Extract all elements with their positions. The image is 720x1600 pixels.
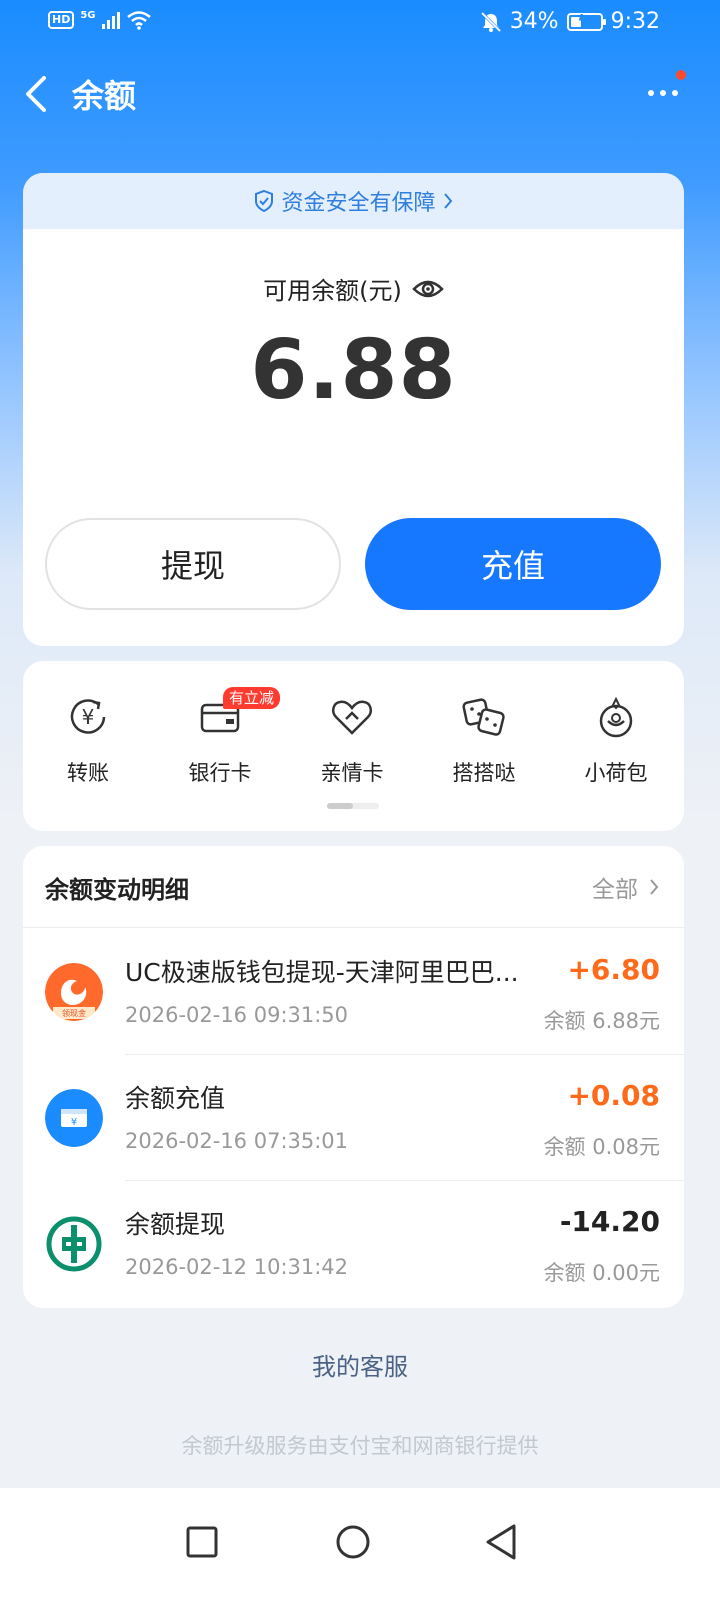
transaction-name: 余额充值 xyxy=(125,1084,226,1113)
transaction-time: 2026-02-16 09:31:50 xyxy=(125,1003,349,1027)
signal-icon xyxy=(101,11,120,29)
status-right: 34% ϟ 9:32 xyxy=(480,9,660,34)
agricultural-bank-icon xyxy=(45,1215,103,1273)
chevron-left-icon xyxy=(26,76,46,112)
transaction-name: UC极速版钱包提现-天津阿里巴巴... xyxy=(125,958,519,987)
app-header: 余额 xyxy=(0,60,720,124)
discount-badge: 有立减 xyxy=(223,687,281,709)
svg-text:¥: ¥ xyxy=(71,1117,77,1128)
battery-icon: ϟ xyxy=(566,12,606,31)
transaction-balance: 余额 0.08元 xyxy=(543,1135,660,1159)
shortcut-transfer[interactable]: ¥ 转账 xyxy=(28,693,148,793)
page-indicator xyxy=(327,803,379,809)
view-all-link[interactable]: 全部 xyxy=(592,870,660,904)
security-text: 资金安全有保障 xyxy=(281,191,436,216)
recharge-button[interactable]: 充值 xyxy=(365,518,661,610)
battery-percent: 34% xyxy=(509,9,559,34)
more-dots-icon xyxy=(648,90,678,96)
transaction-row[interactable]: 余额提现 2026-02-12 10:31:42 -14.20 余额 0.00元 xyxy=(23,1181,684,1307)
uc-icon-text: 领现金 xyxy=(62,1008,86,1018)
shortcut-label: 银行卡 xyxy=(188,761,252,785)
transaction-amount: +6.80 xyxy=(567,953,660,986)
status-bar: HD 5G 34% ϟ 9:32 xyxy=(0,0,720,46)
network-type: 5G xyxy=(80,10,96,21)
security-guarantee-link[interactable]: 资金安全有保障 xyxy=(23,173,684,229)
transfer-yuan-icon: ¥ xyxy=(64,693,112,741)
transactions-header: 余额变动明细 全部 xyxy=(23,846,684,928)
available-balance-label: 可用余额(元) xyxy=(263,277,402,305)
customer-service-link[interactable]: 我的客服 xyxy=(0,1347,720,1382)
more-button[interactable] xyxy=(642,70,686,106)
hd-badge: HD xyxy=(48,11,75,29)
eye-icon[interactable] xyxy=(412,277,444,301)
transaction-balance: 余额 6.88元 xyxy=(543,1009,660,1033)
available-balance-label-row: 可用余额(元) xyxy=(23,271,684,306)
transaction-row[interactable]: ¥ 余额充值 2026-02-16 07:35:01 +0.08 余额 0.08… xyxy=(23,1055,684,1181)
transaction-balance: 余额 0.00元 xyxy=(543,1261,660,1285)
triangle-back-icon xyxy=(486,1524,516,1560)
svg-text:¥: ¥ xyxy=(82,705,95,729)
transaction-amount: +0.08 xyxy=(567,1079,660,1112)
chevron-right-icon xyxy=(443,193,452,209)
chevron-right-icon xyxy=(650,879,659,895)
shortcut-label: 亲情卡 xyxy=(320,761,384,785)
page-title: 余额 xyxy=(72,77,137,115)
notification-dot xyxy=(676,70,686,80)
charging-bolt-icon: ϟ xyxy=(577,12,587,29)
shield-check-icon xyxy=(255,189,274,213)
system-navigation-bar xyxy=(0,1488,720,1600)
family-card-heart-icon xyxy=(328,693,376,741)
shortcut-label: 小荷包 xyxy=(584,761,648,785)
back-nav-button[interactable] xyxy=(472,1512,532,1572)
footer-note: 余额升级服务由支付宝和网商银行提供 xyxy=(181,1434,539,1458)
uc-browser-icon: 领现金 xyxy=(45,963,103,1021)
wifi-icon xyxy=(126,11,151,30)
transaction-amount: -14.20 xyxy=(559,1205,660,1238)
transaction-time: 2026-02-16 07:35:01 xyxy=(125,1129,349,1153)
recents-button[interactable] xyxy=(172,1512,232,1572)
transaction-name: 余额提现 xyxy=(125,1210,226,1239)
shortcut-small-purse[interactable]: 小荷包 xyxy=(556,693,676,793)
home-button[interactable] xyxy=(323,1512,383,1572)
shortcut-family-card[interactable]: 亲情卡 xyxy=(292,693,412,793)
clock-time: 9:32 xyxy=(610,9,660,34)
transactions-title: 余额变动明细 xyxy=(45,876,189,904)
page-indicator-active xyxy=(327,803,353,809)
shortcuts-card: ¥ 转账 银行卡 有立减 亲情卡 搭搭哒 小荷包 xyxy=(23,661,684,831)
view-all-label: 全部 xyxy=(592,877,638,903)
shortcut-label: 搭搭哒 xyxy=(452,761,516,785)
recharge-yuan-icon: ¥ xyxy=(45,1089,103,1147)
balance-card: 资金安全有保障 可用余额(元) 6.88 提现 充值 xyxy=(23,173,684,646)
back-button[interactable] xyxy=(20,70,60,114)
shortcut-dadada[interactable]: 搭搭哒 xyxy=(424,693,544,793)
transaction-row[interactable]: 领现金 UC极速版钱包提现-天津阿里巴巴... 2026-02-16 09:31… xyxy=(23,929,684,1055)
small-purse-icon xyxy=(592,693,640,741)
dadada-dice-icon xyxy=(460,693,508,741)
balance-amount: 6.88 xyxy=(250,323,457,418)
circle-home-icon xyxy=(336,1525,370,1559)
withdraw-button[interactable]: 提现 xyxy=(45,518,341,610)
shortcut-label: 转账 xyxy=(67,761,109,785)
bell-muted-icon xyxy=(480,11,501,32)
transaction-time: 2026-02-12 10:31:42 xyxy=(125,1255,349,1279)
status-left: HD 5G xyxy=(48,10,152,30)
transactions-card: 余额变动明细 全部 领现金 UC极速版钱包提现-天津阿里巴巴... 2026-0… xyxy=(23,846,684,1308)
square-recents-icon xyxy=(186,1526,218,1558)
